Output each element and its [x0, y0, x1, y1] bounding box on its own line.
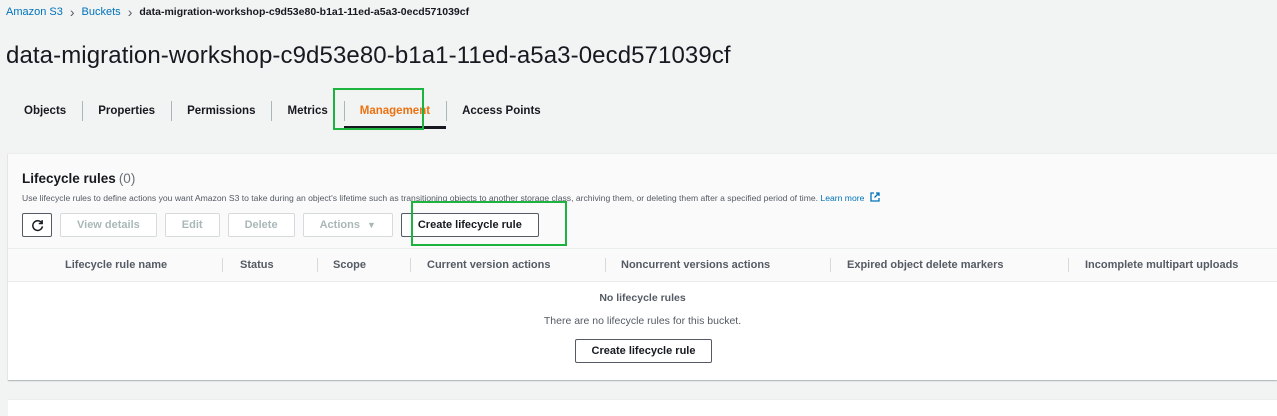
chevron-right-icon: › [127, 3, 133, 20]
create-lifecycle-rule-button[interactable]: Create lifecycle rule [400, 213, 539, 237]
lifecycle-toolbar: View details Edit Delete Actions ▼ Create… [22, 213, 539, 237]
delete-button[interactable]: Delete [227, 213, 295, 237]
edit-button[interactable]: Edit [164, 213, 220, 237]
column-header-noncurrent-versions-actions[interactable]: Noncurrent versions actions [621, 249, 770, 281]
tab-objects[interactable]: Objects [8, 95, 82, 127]
column-header-expired-delete-markers[interactable]: Expired object delete markers [847, 249, 1004, 281]
column-divider[interactable] [222, 258, 223, 272]
empty-state-title: No lifecycle rules [599, 292, 686, 304]
refresh-button[interactable] [22, 213, 52, 237]
next-panel [8, 399, 1277, 416]
tab-access-points[interactable]: Access Points [446, 95, 557, 127]
refresh-icon [31, 219, 43, 231]
actions-label: Actions [319, 219, 360, 231]
lifecycle-rules-count: (0) [118, 171, 136, 186]
breadcrumb-buckets-link[interactable]: Buckets [82, 6, 121, 18]
column-header-incomplete-multipart-uploads[interactable]: Incomplete multipart uploads [1085, 249, 1238, 281]
breadcrumb-current-bucket: data-migration-workshop-c9d53e80-b1a1-11… [139, 6, 470, 18]
caret-down-icon: ▼ [366, 220, 376, 230]
column-divider[interactable] [410, 258, 411, 272]
column-header-current-version-actions[interactable]: Current version actions [427, 249, 550, 281]
view-details-button[interactable]: View details [60, 213, 157, 237]
lifecycle-rules-title: Lifecycle rules (0) [22, 171, 135, 186]
column-divider[interactable] [830, 258, 831, 272]
tab-metrics[interactable]: Metrics [271, 95, 343, 127]
breadcrumb-amazon-s3-link[interactable]: Amazon S3 [6, 6, 63, 18]
empty-state-create-lifecycle-rule-button[interactable]: Create lifecycle rule [574, 339, 713, 363]
column-divider[interactable] [317, 258, 318, 272]
lifecycle-table-header: Lifecycle rule name Status Scope Current… [8, 248, 1277, 282]
column-divider[interactable] [605, 258, 606, 272]
column-header-status[interactable]: Status [240, 249, 274, 281]
tab-permissions[interactable]: Permissions [171, 95, 271, 127]
lifecycle-rules-description: Use lifecycle rules to define actions yo… [22, 192, 880, 203]
actions-dropdown-button[interactable]: Actions ▼ [302, 213, 393, 237]
chevron-right-icon: › [69, 3, 75, 20]
external-link-icon[interactable] [870, 192, 880, 202]
breadcrumb: Amazon S3 › Buckets › data-migration-wor… [6, 3, 470, 20]
learn-more-link[interactable]: Learn more [820, 193, 864, 203]
tab-properties[interactable]: Properties [82, 95, 171, 127]
lifecycle-rules-description-text: Use lifecycle rules to define actions yo… [22, 193, 819, 203]
lifecycle-rules-title-text: Lifecycle rules [22, 171, 116, 186]
page-title: data-migration-workshop-c9d53e80-b1a1-11… [6, 42, 731, 69]
column-header-rule-name[interactable]: Lifecycle rule name [65, 249, 167, 281]
tab-bar: Objects Properties Permissions Metrics M… [8, 95, 557, 129]
tab-management[interactable]: Management [343, 95, 447, 129]
empty-state-description: There are no lifecycle rules for this bu… [543, 315, 742, 327]
lifecycle-rules-header: Lifecycle rules (0) Use lifecycle rules t… [8, 154, 1277, 248]
empty-state-actions: Create lifecycle rule [8, 339, 1277, 363]
lifecycle-rules-panel: Lifecycle rules (0) Use lifecycle rules t… [8, 153, 1277, 380]
column-header-scope[interactable]: Scope [333, 249, 366, 281]
column-divider[interactable] [1068, 258, 1069, 272]
